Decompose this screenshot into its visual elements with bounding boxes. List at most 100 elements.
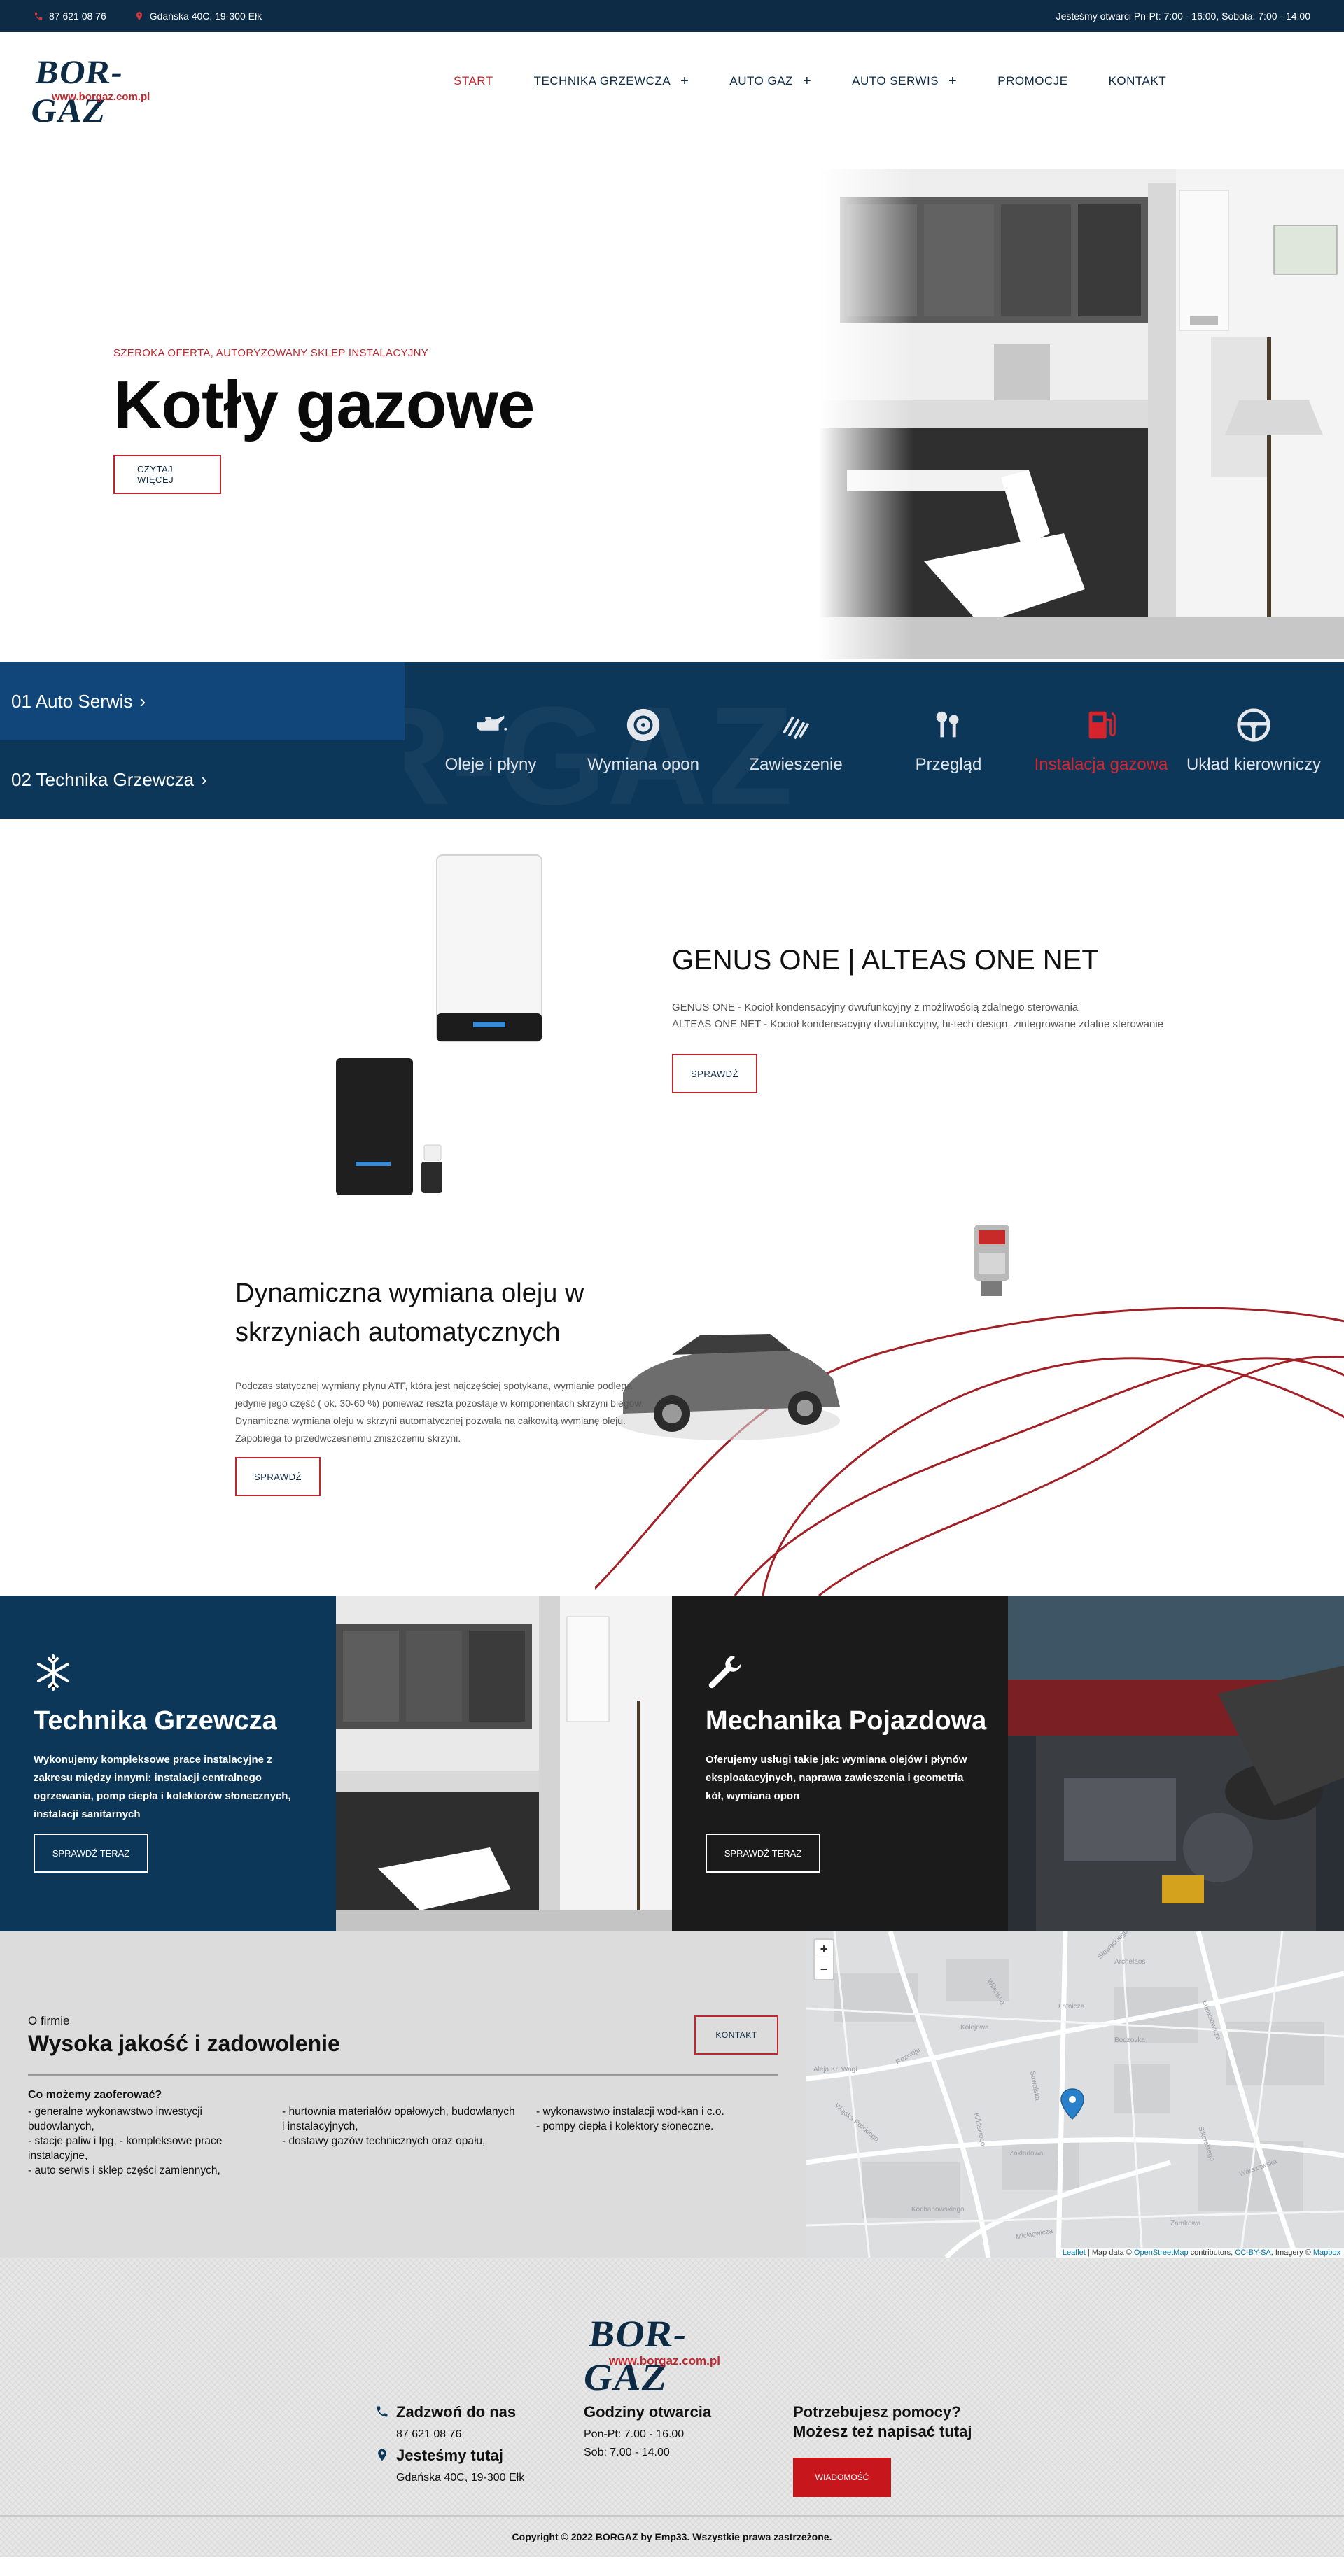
footer-call: Zadzwoń do nas 87 621 08 76 [375,2403,524,2444]
logo-url: www.borgaz.com.pl [609,2354,720,2367]
site-header: BOR-GAZ www.borgaz.com.pl START TECHNIKA… [0,32,1344,130]
steering-wheel-icon [1237,708,1270,742]
offer-column: - hurtownia materiałów opałowych, budowl… [282,2104,520,2148]
product-desc-line: ALTEAS ONE NET - Kocioł kondensacyjny dw… [672,1018,1164,1030]
service-label: Zawieszenie [749,755,843,774]
zoom-in-button[interactable]: + [815,1940,833,1959]
footer-phone[interactable]: 87 621 08 76 [396,2426,516,2444]
nav-start[interactable]: START [454,74,493,88]
service-label: Instalacja gazowa [1034,755,1168,774]
nav-label: PROMOCJE [997,74,1068,87]
hero-read-more-button[interactable]: CZYTAJ WIĘCEJ [113,455,221,494]
hero-kitchen-image [819,169,1344,659]
service-zawieszenie[interactable]: Zawieszenie [720,662,872,819]
offer-item: - pompy ciepła i kolektory słoneczne. [536,2120,714,2132]
site-logo[interactable]: BOR-GAZ www.borgaz.com.pl [28,53,174,129]
footer-location: Jesteśmy tutaj Gdańska 40C, 19-300 Ełk [375,2447,524,2487]
card-check-now-button[interactable]: SPRAWDŹ TERAZ [34,1834,148,1873]
map-street-label: Bodzovka [1114,2036,1145,2044]
offer-column: - wykonawstwo instalacji wod-kan i c.o. … [536,2104,774,2134]
phone-icon [377,2406,388,2417]
product-desc-line: GENUS ONE - Kocioł kondensacyjny dwufunk… [672,1001,1079,1013]
product-section: GENUS ONE | ALTEAS ONE NET GENUS ONE - K… [0,819,1344,1211]
card-description: Wykonujemy kompleksowe prace instalacyjn… [34,1754,291,1820]
alteas-one-boiler-image [336,1058,442,1195]
plus-icon[interactable]: + [948,73,957,90]
about-contact-button[interactable]: KONTAKT [694,2015,778,2055]
card-title: Mechanika Pojazdowa [706,1706,987,1736]
topbar-phone-text: 87 621 08 76 [49,10,106,22]
topbar-address[interactable]: Gdańska 40C, 19-300 Ełk [134,10,262,22]
plus-icon[interactable]: + [680,73,689,90]
nav-label: START [454,74,493,87]
about-overline: O firmie [28,2014,70,2027]
card-check-now-button[interactable]: SPRAWDŹ TERAZ [706,1834,820,1873]
footer-contact: Zadzwoń do nas 87 621 08 76 Jesteśmy tut… [375,2403,524,2487]
attr-text: , Imagery © [1270,2248,1313,2257]
chevron-right-icon: › [139,690,146,712]
footer-help: Potrzebujesz pomocy? Możesz też napisać … [793,2403,972,2497]
footer-help-title: Potrzebujesz pomocy? [793,2403,961,2421]
service-oleje[interactable]: Oleje i płyny [414,662,567,819]
cc-link[interactable]: CC-BY-SA [1235,2248,1271,2257]
hero-slider: SZEROKA OFERTA, AUTORYZOWANY SKLEP INSTA… [0,130,1344,662]
tab-auto-serwis[interactable]: 01 Auto Serwis › [0,662,405,740]
service-opony[interactable]: Wymiana opon [567,662,720,819]
footer-hours-saturday: Sob: 7.00 - 14.00 [584,2447,670,2458]
map-tiles[interactable]: Archelaos Wileńska Bodzovka Lotnicza Łuk… [806,1931,1344,2258]
product-check-button[interactable]: SPRAWDŹ [672,1054,757,1093]
footer-call-title: Zadzwoń do nas [396,2403,517,2421]
footer-logo[interactable]: BOR-GAZ www.borgaz.com.pl [580,2312,755,2398]
location-map[interactable]: Archelaos Wileńska Bodzovka Lotnicza Łuk… [806,1931,1344,2258]
map-attribution: Leaflet | Map data © OpenStreetMap contr… [1058,2248,1344,2258]
chevron-right-icon: › [201,768,207,790]
service-instalacja-gazowa[interactable]: Instalacja gazowa [1025,662,1177,819]
product-description: GENUS ONE - Kocioł kondensacyjny dwufunk… [672,999,1163,1033]
offer-item: - dostawy gazów technicznych oraz opału, [282,2135,486,2147]
oil-change-section: Dynamiczna wymiana oleju w skrzyniach au… [0,1211,1344,1596]
nav-auto-gaz[interactable]: AUTO GAZ + [729,73,811,90]
nav-technika-grzewcza[interactable]: TECHNIKA GRZEWCZA + [534,73,690,90]
location-pin-icon [136,12,142,20]
tab-technika-grzewcza[interactable]: 02 Technika Grzewcza › [0,740,405,819]
footer-hours: Godziny otwarcia Pon-Pt: 7.00 - 16.00 So… [584,2403,711,2462]
offer-item: - hurtownia materiałów opałowych, budowl… [282,2106,515,2132]
attr-text: | Map data © [1085,2248,1134,2257]
map-street-label: Kolejowa [960,2024,989,2032]
map-street-label: Zamkowa [1170,2220,1201,2227]
osm-link[interactable]: OpenStreetMap [1134,2248,1189,2257]
zoom-out-button[interactable]: − [815,1959,833,1979]
mapbox-link[interactable]: Mapbox [1313,2248,1340,2257]
card-title: Technika Grzewcza [34,1706,277,1736]
footer-hours-title: Godziny otwarcia [584,2403,712,2421]
nav-label: AUTO SERWIS [852,74,939,87]
copyright: Copyright © 2022 BORGAZ by Emp33. Wszyst… [0,2515,1344,2557]
divider [28,2074,778,2076]
offer-column: - generalne wykonawstwo inwestycji budow… [28,2104,266,2178]
offer-item: - wykonawstwo instalacji wod-kan i c.o. [536,2106,724,2118]
map-street-label: Kochanowskiego [911,2206,965,2213]
topbar-phone[interactable]: 87 621 08 76 [34,10,106,22]
service-uklad-kierowniczy[interactable]: Układ kierowniczy [1177,662,1330,819]
product-title: GENUS ONE | ALTEAS ONE NET [672,945,1099,976]
nav-promocje[interactable]: PROMOCJE [997,74,1068,88]
top-bar: 87 621 08 76 Gdańska 40C, 19-300 Ełk Jes… [0,0,1344,32]
service-label: Oleje i płyny [444,755,537,774]
footer-hours-weekdays: Pon-Pt: 7.00 - 16.00 [584,2428,685,2440]
leaflet-link[interactable]: Leaflet [1063,2248,1086,2257]
mechanic-engine-photo [1008,1596,1344,1931]
oil-check-button[interactable]: SPRAWDŹ [235,1457,321,1496]
about-title: Wysoka jakość i zadowolenie [28,2031,340,2056]
nav-auto-serwis[interactable]: AUTO SERWIS + [852,73,957,90]
nav-kontakt[interactable]: KONTAKT [1109,74,1167,88]
service-label: Układ kierowniczy [1186,755,1322,774]
location-pin-icon [378,2449,386,2461]
service-label: Wymiana opon [587,755,699,774]
service-przeglad[interactable]: Przegląd [872,662,1025,819]
topbar-hours: Jesteśmy otwarci Pn-Pt: 7:00 - 16:00, So… [1056,10,1310,22]
footer-message-button[interactable]: WIADOMOŚĆ [793,2458,891,2497]
oil-machine-graphic [974,1225,1009,1296]
map-street-label: Lotnicza [1058,2003,1085,2011]
plus-icon[interactable]: + [803,73,811,90]
footer-address: Gdańska 40C, 19-300 Ełk [396,2472,525,2484]
